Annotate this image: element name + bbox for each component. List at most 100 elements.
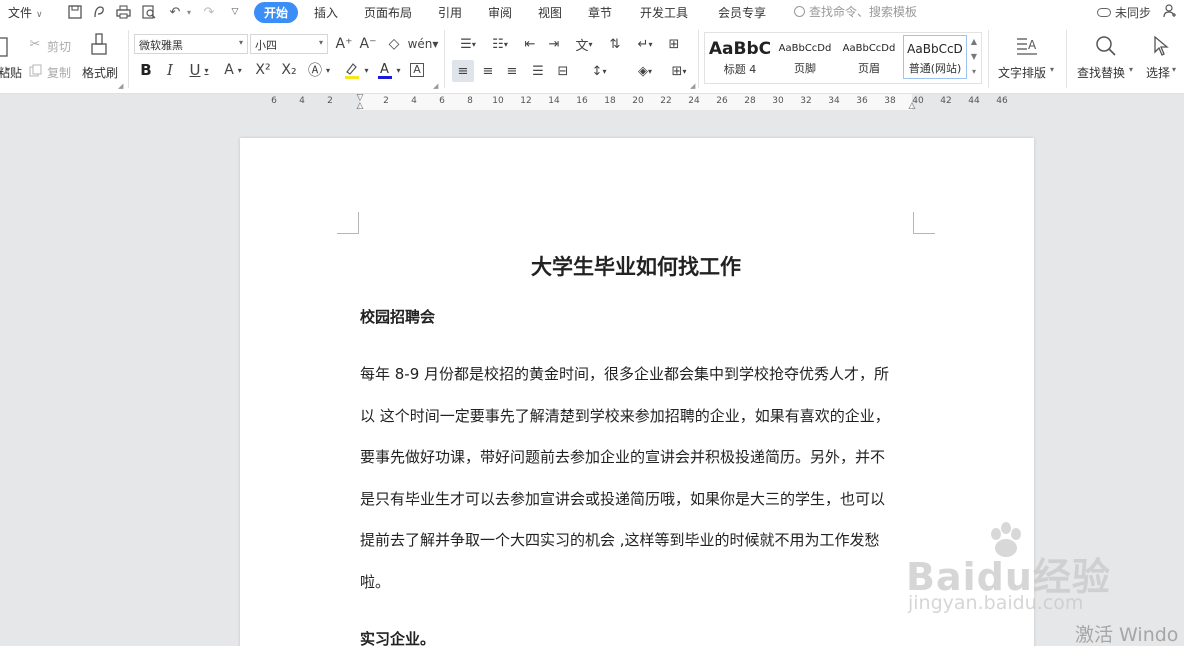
line-spacing-icon[interactable]: ↕ ▾ [584,60,614,82]
tab-developer[interactable]: 开发工具 [640,4,688,21]
collaborate-icon[interactable] [1163,4,1177,18]
styles-scroll[interactable]: ▲ ▼ ▾ [968,34,980,80]
tab-insert[interactable]: 插入 [314,4,338,21]
select-cursor-icon[interactable] [1150,34,1172,58]
decrease-indent-icon[interactable]: ⇤ [520,34,540,54]
tab-home[interactable]: 开始 [254,2,299,23]
tab-references[interactable]: 引用 [438,4,462,21]
clipboard-group-expander-icon[interactable]: ◢ [118,82,123,90]
format-painter-label[interactable]: 格式刷 [82,64,118,81]
more-styles-icon[interactable]: ▾ [968,64,980,79]
paragraph-line[interactable]: 啦。 [360,562,916,604]
font-group-expander-icon[interactable]: ◢ [433,82,438,90]
border-icon[interactable]: ⊞ ▾ [664,60,694,82]
paragraph-line[interactable]: 以 这个时间一定要事先了解清楚到学校来参加招聘的企业，如果有喜欢的企业， [360,396,916,438]
section-heading[interactable]: 实习企业。 [360,628,435,646]
shading-icon[interactable]: ◈ ▾ [630,60,660,82]
subscript-icon[interactable]: X₂ [278,60,300,80]
bold-icon[interactable]: B [136,60,156,80]
underline-icon[interactable]: U ▾ [184,60,214,80]
shrink-font-icon[interactable]: A⁻ [358,34,378,54]
file-menu[interactable]: 文件 ∨ [8,4,43,21]
text-effect-icon[interactable]: A ▾ [218,60,248,80]
paste-label[interactable]: 粘贴 [0,64,22,81]
paragraph-line[interactable]: 是只有毕业生才可以去参加宣讲会或投递简历哦，如果你是大三的学生，也可以 [360,479,916,521]
character-border-icon[interactable]: A [408,60,426,80]
tab-ruler-icon[interactable]: ⊞ [664,34,684,54]
tab-page-layout[interactable]: 页面布局 [364,4,412,21]
phonetic-guide-icon[interactable]: wén▾ [408,34,439,54]
font-color-icon[interactable]: A ▾ [374,60,404,80]
chevron-down-icon: ▾ [318,38,323,47]
style-header[interactable]: AaBbCcDd 页眉 [837,35,901,79]
chevron-down-icon[interactable]: ▾ [1172,65,1176,74]
justify-icon[interactable]: ☰ [528,60,548,82]
align-left-icon[interactable]: ≡ [452,60,474,82]
paragraph-line[interactable]: 提前去了解并争取一个大四实习的机会 ,这样等到毕业的时候就不用为工作发愁 [360,520,916,562]
highlight-color-icon[interactable]: ▾ [340,60,372,80]
chevron-down-icon[interactable]: ▾ [1050,65,1054,74]
style-label: 标题 4 [723,63,757,76]
ruler-tick: 28 [744,96,756,106]
format-painter-icon[interactable] [88,32,110,58]
chevron-down-icon[interactable]: ▾ [1129,65,1133,74]
tab-review[interactable]: 审阅 [488,4,512,21]
style-footer[interactable]: AaBbCcDd 页脚 [773,35,837,79]
show-marks-icon[interactable]: ↵ ▾ [630,34,660,54]
italic-icon[interactable]: I [160,60,180,80]
divider [1066,30,1067,88]
tab-member[interactable]: 会员专享 [718,4,766,21]
find-replace-label[interactable]: 查找替换 [1077,64,1125,81]
paste-icon[interactable] [0,34,10,58]
select-label[interactable]: 选择 [1146,64,1170,81]
tab-view[interactable]: 视图 [538,4,562,21]
increase-indent-icon[interactable]: ⇥ [544,34,564,54]
cut-button[interactable]: 剪切 [47,38,71,55]
numbered-list-icon[interactable]: ☷ ▾ [486,34,514,54]
print-icon[interactable] [114,3,132,21]
undo-dropdown-icon[interactable]: ▾ [180,3,198,21]
document-title[interactable]: 大学生毕业如何找工作 [360,251,912,281]
text-layout-label[interactable]: 文字排版 [998,64,1046,81]
export-pdf-icon[interactable] [90,3,108,21]
distributed-align-icon[interactable]: ⊟ [552,60,574,82]
align-right-icon[interactable]: ≡ [502,60,522,82]
grow-font-icon[interactable]: A⁺ [334,34,354,54]
print-preview-icon[interactable] [140,3,158,21]
save-icon[interactable] [66,3,84,21]
chevron-down-icon[interactable]: ▼ [968,49,980,64]
align-center-icon[interactable]: ≡ [478,60,498,82]
superscript-icon[interactable]: X² [252,60,274,80]
paragraph-line[interactable]: 要事先做好功课，带好问题前去参加企业的宣讲会并积极投递简历。另外，并不 [360,437,916,479]
ruler-tick: 20 [632,96,644,106]
font-family-select[interactable]: 微软雅黑 ▾ [134,34,248,54]
left-indent-marker[interactable]: ▽ △ [355,94,365,111]
style-preview: AaBbCcD [907,42,963,56]
find-replace-icon[interactable] [1094,34,1118,58]
tab-section[interactable]: 章节 [588,4,612,21]
style-heading-4[interactable]: AaBbC 标题 4 [707,35,773,79]
bullet-list-icon[interactable]: ☰ ▾ [454,34,482,54]
character-shading-icon[interactable]: Ⓐ ▾ [304,60,334,80]
chinese-layout-icon[interactable]: 文 ▾ [568,34,600,54]
document-page[interactable]: 大学生毕业如何找工作 校园招聘会 每年 8-9 月份都是校招的黄金时间，很多企业… [240,138,1034,646]
customize-toolbar-icon[interactable]: ▽ [226,3,244,21]
style-preview: AaBbC [708,39,772,59]
sort-icon[interactable]: ⇅ [604,34,626,54]
chevron-up-icon[interactable]: ▲ [968,34,980,49]
copy-button[interactable]: 复制 [47,64,71,81]
horizontal-ruler[interactable]: 6 4 2 2 4 6 8 10 12 14 16 18 20 22 24 26… [0,94,1184,111]
section-heading[interactable]: 校园招聘会 [360,306,435,327]
font-size-select[interactable]: 小四 ▾ [250,34,328,54]
paragraph-group-expander-icon[interactable]: ◢ [690,82,695,90]
paste-dropdown-icon[interactable]: ▾ [6,65,10,74]
command-search[interactable]: 查找命令、搜索模板 [794,3,917,20]
paragraph-line[interactable]: 每年 8-9 月份都是校招的黄金时间，很多企业都会集中到学校抢夺优秀人才，所 [360,354,916,396]
redo-icon[interactable]: ↷ [200,3,218,21]
style-normal-web[interactable]: AaBbCcD 普通(网站) [903,35,967,79]
text-layout-icon[interactable]: A [1014,34,1040,58]
sync-status[interactable]: 未同步 [1097,4,1151,21]
chevron-down-icon: ▾ [238,38,243,47]
right-indent-marker[interactable]: △ [907,94,917,111]
clear-format-icon[interactable]: ◇ [384,34,404,54]
